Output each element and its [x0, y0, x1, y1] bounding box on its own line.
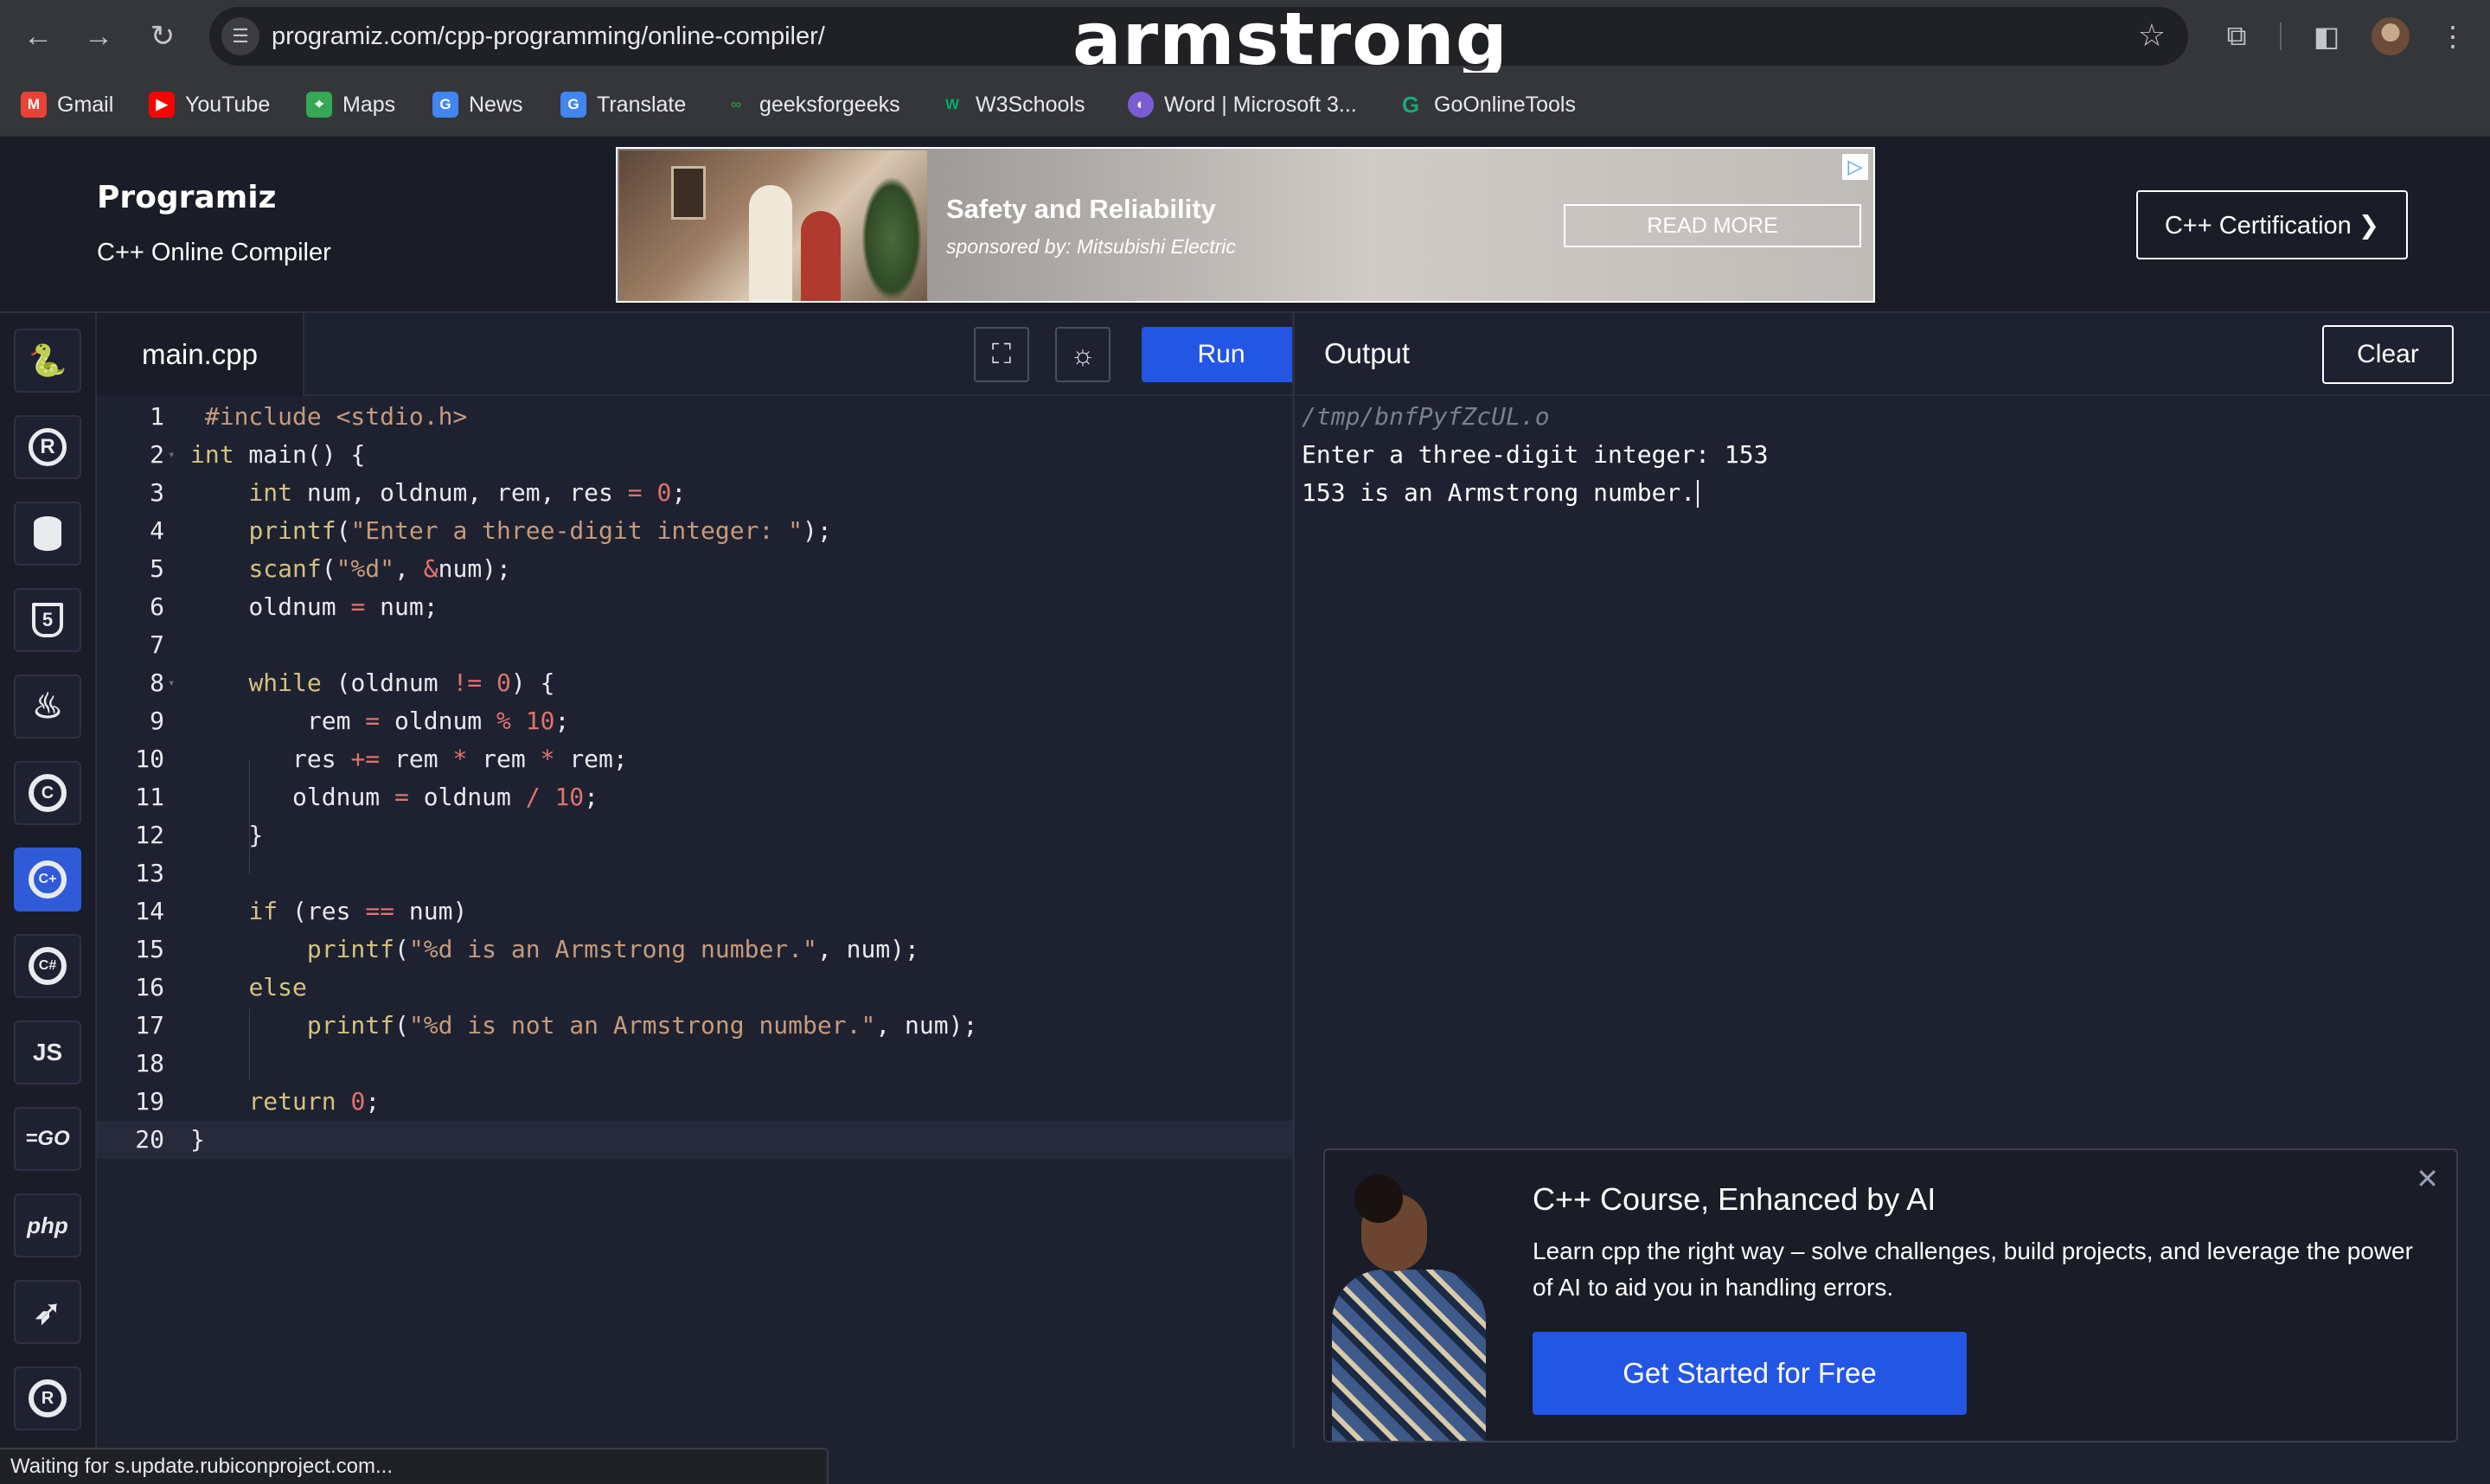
- maps-icon: ⌖: [306, 92, 332, 118]
- course-promo-card: C++ Course, Enhanced by AI Learn cpp the…: [1323, 1148, 2458, 1442]
- code-line[interactable]: 7: [97, 626, 1294, 664]
- certification-button[interactable]: C++ Certification ❯: [2136, 190, 2408, 259]
- youtube-icon: ▶: [149, 92, 175, 118]
- bookmark-goonlinetools[interactable]: G GoOnlineTools: [1398, 90, 1576, 119]
- menu-kebab-icon[interactable]: ⋮: [2434, 17, 2472, 55]
- ad-sponsor: sponsored by: Mitsubishi Electric: [946, 235, 1236, 258]
- code-line[interactable]: 16 else: [97, 969, 1294, 1007]
- bookmark-news[interactable]: G News: [432, 90, 523, 119]
- code-line[interactable]: 12 }: [97, 816, 1294, 854]
- extensions-icon[interactable]: ⧉: [2218, 17, 2256, 55]
- page-title: C++ Online Compiler: [97, 239, 331, 266]
- output-title: Output: [1324, 337, 1411, 369]
- bookmark-w3schools[interactable]: W W3Schools: [939, 90, 1085, 119]
- javascript-icon[interactable]: JS: [14, 1020, 81, 1084]
- reload-icon[interactable]: ↻: [142, 16, 183, 57]
- programiz-logo[interactable]: Programiz: [97, 180, 277, 215]
- site-header: Programiz C++ Online Compiler Safety and…: [0, 137, 2490, 313]
- csharp-icon[interactable]: C#: [14, 934, 81, 998]
- php-icon[interactable]: php: [14, 1193, 81, 1257]
- promo-image: [1332, 1167, 1486, 1441]
- w3schools-icon: W: [944, 96, 960, 112]
- profile-avatar[interactable]: [2372, 17, 2410, 55]
- news-icon: G: [432, 92, 458, 118]
- code-editor[interactable]: 1 #include <stdio.h> 2 ▾ int main() { 3 in…: [97, 396, 1294, 1448]
- code-line[interactable]: 4 printf("Enter a three-digit integer: "…: [97, 512, 1294, 550]
- ad-title: Safety and Reliability: [946, 194, 1216, 224]
- word-icon: ◐: [1128, 92, 1154, 118]
- r-icon[interactable]: R: [14, 415, 81, 479]
- theme-toggle-icon[interactable]: ☼: [1055, 327, 1111, 382]
- java-icon[interactable]: ♨: [14, 675, 81, 739]
- code-line[interactable]: 11 oldnum = oldnum / 10;: [97, 778, 1294, 816]
- code-line[interactable]: 15 printf("%d is an Armstrong number.", …: [97, 931, 1294, 969]
- bookmark-youtube[interactable]: ▶ YouTube: [149, 90, 270, 119]
- code-line[interactable]: 3 int num, oldnum, rem, res = 0;: [97, 474, 1294, 512]
- c-icon[interactable]: C: [14, 761, 81, 825]
- bookmark-star-icon[interactable]: ☆: [2138, 17, 2166, 54]
- browser-toolbar: ← → ↻ ☰ programiz.com/cpp-programming/on…: [0, 0, 2490, 81]
- goonlinetools-icon: G: [1401, 91, 1420, 118]
- geeksforgeeks-icon: ∞: [730, 96, 742, 112]
- bookmarks-bar: M Gmail ▶ YouTube ⌖ Maps G News G Translate ∞…: [0, 73, 2490, 137]
- code-line[interactable]: 2 ▾ int main() {: [97, 436, 1294, 474]
- swift-icon[interactable]: ➶: [14, 1280, 81, 1344]
- python-icon[interactable]: 🐍: [14, 329, 81, 393]
- bookmark-gmail[interactable]: M Gmail: [21, 90, 113, 119]
- promo-text: Learn cpp the right way – solve challeng…: [1533, 1238, 2413, 1301]
- site-info-icon[interactable]: ☰: [221, 17, 259, 55]
- code-line[interactable]: 8 ▾ while (oldnum != 0) {: [97, 664, 1294, 702]
- language-sidebar: 🐍 R 5 ♨ C C+ C# JS =GO php ➶ R: [0, 313, 97, 1448]
- overlay-title: armstrong: [1072, 0, 1508, 81]
- bookmark-maps[interactable]: ⌖ Maps: [306, 90, 395, 119]
- ad-read-more-button[interactable]: READ MORE: [1564, 204, 1861, 247]
- forward-icon[interactable]: →: [78, 16, 119, 57]
- code-line[interactable]: 9 rem = oldnum % 10;: [97, 702, 1294, 740]
- code-line[interactable]: 5 scanf("%d", &num);: [97, 550, 1294, 588]
- go-icon[interactable]: =GO: [14, 1107, 81, 1171]
- cpp-icon[interactable]: C+: [14, 848, 81, 912]
- toolbar-divider: [2280, 22, 2282, 50]
- output-header: Output Clear: [1295, 313, 2490, 396]
- code-line[interactable]: 14 if (res == num): [97, 892, 1294, 931]
- get-started-button[interactable]: Get Started for Free: [1533, 1332, 1967, 1415]
- side-panel-icon[interactable]: ◧: [2308, 17, 2346, 55]
- file-tab-main-cpp[interactable]: main.cpp: [97, 313, 304, 396]
- text-caret: [1697, 480, 1699, 508]
- output-line: Enter a three-digit integer: 153: [1302, 440, 1769, 469]
- bookmark-geeksforgeeks[interactable]: ∞ geeksforgeeks: [723, 90, 900, 119]
- clear-button[interactable]: Clear: [2322, 325, 2454, 384]
- editor-toolbar: main.cpp ⛶ ☼ Run: [97, 313, 1301, 396]
- sql-icon[interactable]: [14, 502, 81, 566]
- bookmark-translate[interactable]: G Translate: [560, 90, 686, 119]
- run-button[interactable]: Run: [1142, 327, 1301, 382]
- code-line[interactable]: 18: [97, 1045, 1294, 1083]
- code-line[interactable]: 13: [97, 854, 1294, 892]
- advertisement-banner[interactable]: Safety and Reliability sponsored by: Mit…: [616, 147, 1875, 303]
- rust-icon[interactable]: R: [14, 1366, 81, 1430]
- output-line: /tmp/bnfPyfZcUL.o: [1302, 402, 1550, 431]
- code-line[interactable]: 10 res += rem * rem * rem;: [97, 740, 1294, 778]
- back-icon[interactable]: ←: [17, 16, 59, 57]
- code-line[interactable]: 19 return 0;: [97, 1083, 1294, 1121]
- fold-arrow-icon[interactable]: ▾: [168, 436, 175, 474]
- code-line[interactable]: 1 #include <stdio.h>: [97, 398, 1294, 436]
- html-icon[interactable]: 5: [14, 588, 81, 652]
- ad-choices-icon[interactable]: ▷: [1842, 154, 1868, 180]
- code-line[interactable]: 17 printf("%d is not an Armstrong number…: [97, 1007, 1294, 1045]
- bookmark-word[interactable]: ◐ Word | Microsoft 3...: [1128, 90, 1357, 119]
- ad-image: [619, 150, 927, 301]
- url-text[interactable]: programiz.com/cpp-programming/online-com…: [272, 22, 825, 51]
- browser-status-bubble: Waiting for s.update.rubiconproject.com.…: [0, 1448, 829, 1484]
- close-icon[interactable]: ✕: [2416, 1162, 2439, 1195]
- promo-title: C++ Course, Enhanced by AI: [1533, 1181, 1936, 1217]
- code-line-active[interactable]: 20}: [97, 1121, 1294, 1159]
- translate-icon: G: [560, 92, 586, 118]
- fullscreen-icon[interactable]: ⛶: [974, 327, 1029, 382]
- output-line: 153 is an Armstrong number.: [1302, 474, 1699, 512]
- code-line[interactable]: 6 oldnum = num;: [97, 588, 1294, 626]
- fold-arrow-icon[interactable]: ▾: [168, 664, 175, 702]
- gmail-icon: M: [21, 92, 47, 118]
